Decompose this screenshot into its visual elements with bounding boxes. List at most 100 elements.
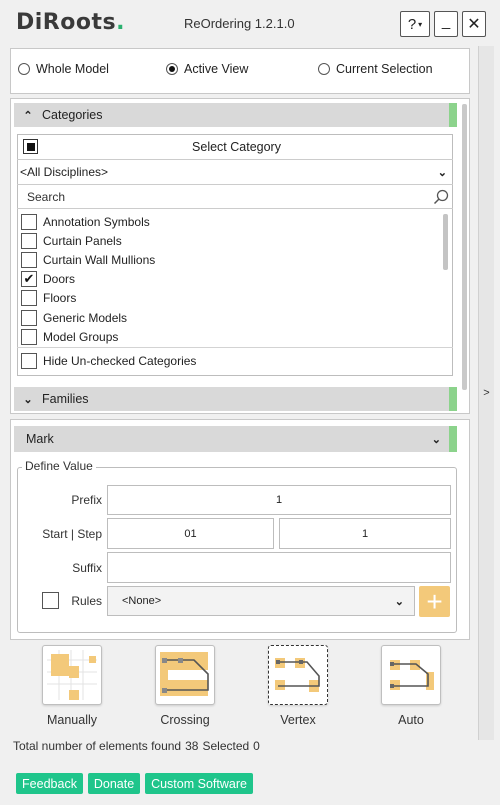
minimize-icon: _ [441,12,451,30]
status-tab [449,103,457,127]
rules-checkbox[interactable] [42,592,59,609]
list-item[interactable]: Generic Models [21,308,441,327]
diroots-logo: DiRoots. [16,10,125,35]
category-list-scrollbar[interactable] [443,214,448,270]
discipline-dropdown[interactable]: <All Disciplines> ⌄ [17,160,453,185]
search-input[interactable]: Search [27,190,65,204]
start-step-label: Start | Step [42,527,102,541]
list-item[interactable]: Curtain Wall Mullions [21,250,441,269]
status-line: Total number of elements found 38 Select… [13,739,260,753]
parameter-value: Mark [26,432,54,446]
found-count: 38 [185,739,199,753]
expand-sidebar-button[interactable]: > [478,46,494,740]
crossing-button[interactable] [155,645,215,705]
categories-header[interactable]: ⌃ Categories [14,103,457,127]
vertex-label: Vertex [280,713,316,727]
auto-label: Auto [398,713,424,727]
crossing-label: Crossing [160,713,210,727]
select-category-label: Select Category [192,139,281,154]
checkbox[interactable] [21,251,37,268]
rules-dropdown[interactable]: <None> ⌄ [107,586,415,616]
crossing-icon [160,652,209,696]
app-title: ReOrdering 1.2.1.0 [184,16,295,31]
search-icon [433,189,449,204]
chevron-down-icon: ⌄ [23,393,33,406]
selected-count: 0 [253,739,260,753]
dropdown-arrow-icon: ▾ [418,19,423,29]
step-input[interactable]: 1 [279,518,451,549]
list-item[interactable]: Annotation Symbols [21,212,441,231]
manually-button[interactable] [42,645,102,705]
select-all-checkbox[interactable] [23,139,38,154]
help-icon: ? [407,15,417,33]
auto-button[interactable] [381,645,441,705]
radio-icon[interactable] [166,63,178,75]
checkmark-icon: ✔ [23,271,35,287]
checkbox[interactable] [21,328,37,345]
category-list: Annotation Symbols Curtain Panels Curtai… [21,212,441,346]
hide-unchecked-label: Hide Un-checked Categories [43,353,197,368]
start-input[interactable]: 01 [107,518,274,549]
radio-label: Whole Model [36,62,109,76]
category-label: Curtain Wall Mullions [43,252,156,267]
parameter-dropdown[interactable]: Mark ⌄ [14,426,457,452]
suffix-input[interactable] [107,552,451,583]
radio-icon[interactable] [318,63,330,75]
checkbox[interactable] [21,309,37,326]
families-title: Families [42,392,89,406]
rules-value: <None> [122,595,162,607]
chevron-down-icon: ⌄ [394,595,404,608]
category-label: Doors [43,272,76,287]
main-scrollbar[interactable] [462,104,467,390]
radio-current-selection[interactable]: Current Selection [318,62,433,76]
custom-software-button[interactable]: Custom Software [145,773,253,794]
category-label: Floors [43,291,77,306]
hide-unchecked-toggle[interactable]: Hide Un-checked Categories [21,351,196,370]
suffix-label: Suffix [72,561,102,575]
close-icon: ✕ [467,16,481,33]
radio-active-view[interactable]: Active View [166,62,248,76]
select-category-row: Select Category [17,134,453,160]
add-rule-button[interactable]: + [419,586,450,617]
plus-icon: + [426,585,443,617]
radio-label: Current Selection [336,62,433,76]
chevron-down-icon: ⌄ [431,433,441,446]
donate-button[interactable]: Donate [88,773,140,794]
manual-grid-icon [47,650,97,700]
define-value-legend: Define Value [22,459,96,473]
list-item[interactable]: Curtain Panels [21,231,441,250]
category-label: Annotation Symbols [43,214,150,229]
auto-icon [390,660,434,690]
radio-whole-model[interactable]: Whole Model [18,62,109,76]
list-item[interactable]: ✔ Doors [21,270,441,289]
prefix-label: Prefix [71,493,102,507]
list-item[interactable]: Floors [21,289,441,308]
categories-title: Categories [42,108,103,122]
help-button[interactable]: ? ▾ [400,11,430,37]
minimize-button[interactable]: _ [434,11,458,37]
checkbox[interactable] [21,352,37,369]
close-button[interactable]: ✕ [462,11,486,37]
rules-label: Rules [71,594,102,608]
manually-label: Manually [46,713,98,727]
radio-icon[interactable] [18,63,30,75]
category-search[interactable]: Search [17,185,453,209]
indeterminate-icon [26,142,35,151]
category-label: Curtain Panels [43,233,122,248]
list-item[interactable]: Model Groups [21,327,441,346]
category-label: Model Groups [43,329,119,344]
category-label: Generic Models [43,310,128,325]
title-bar: DiRoots. ReOrdering 1.2.1.0 ? ▾ _ ✕ [0,0,500,46]
feedback-button[interactable]: Feedback [16,773,83,794]
checkbox-checked[interactable]: ✔ [21,271,37,288]
prefix-input[interactable]: 1 [107,485,451,515]
radio-label: Active View [184,62,249,76]
divider [17,347,453,348]
checkbox[interactable] [21,290,37,307]
checkbox[interactable] [21,213,37,230]
families-header[interactable]: ⌄ Families [14,387,457,411]
vertex-button[interactable] [268,645,328,705]
discipline-value: <All Disciplines> [20,165,109,179]
checkbox[interactable] [21,232,37,249]
status-tab [449,426,457,452]
